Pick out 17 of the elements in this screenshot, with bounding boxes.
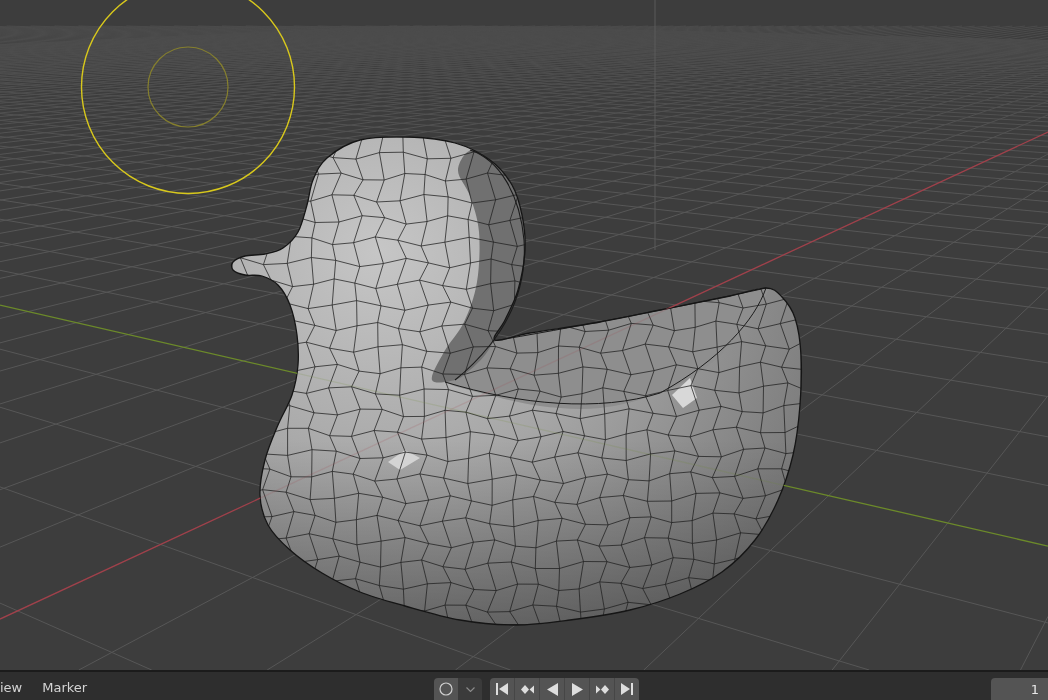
play-reverse-button[interactable] [539, 678, 564, 700]
jump-to-start-button[interactable] [490, 678, 514, 700]
skip-to-end-icon [621, 683, 633, 695]
skip-to-start-icon [496, 683, 508, 695]
play-icon [571, 682, 583, 696]
menu-item[interactable]: Marker [42, 679, 88, 696]
next-keyframe-button[interactable] [589, 678, 614, 700]
caret-icon [465, 686, 475, 692]
play-reverse-icon [546, 682, 558, 696]
jump-to-end-button[interactable] [614, 678, 639, 700]
previous-keyframe-button[interactable] [514, 678, 539, 700]
auto-keying-button[interactable] [434, 678, 458, 700]
play-button[interactable] [564, 678, 589, 700]
previous-keyframe-icon [520, 684, 534, 694]
menu-item[interactable]: iew [0, 679, 23, 696]
next-keyframe-icon [595, 684, 609, 694]
frame-field[interactable]: 1 [991, 678, 1048, 700]
